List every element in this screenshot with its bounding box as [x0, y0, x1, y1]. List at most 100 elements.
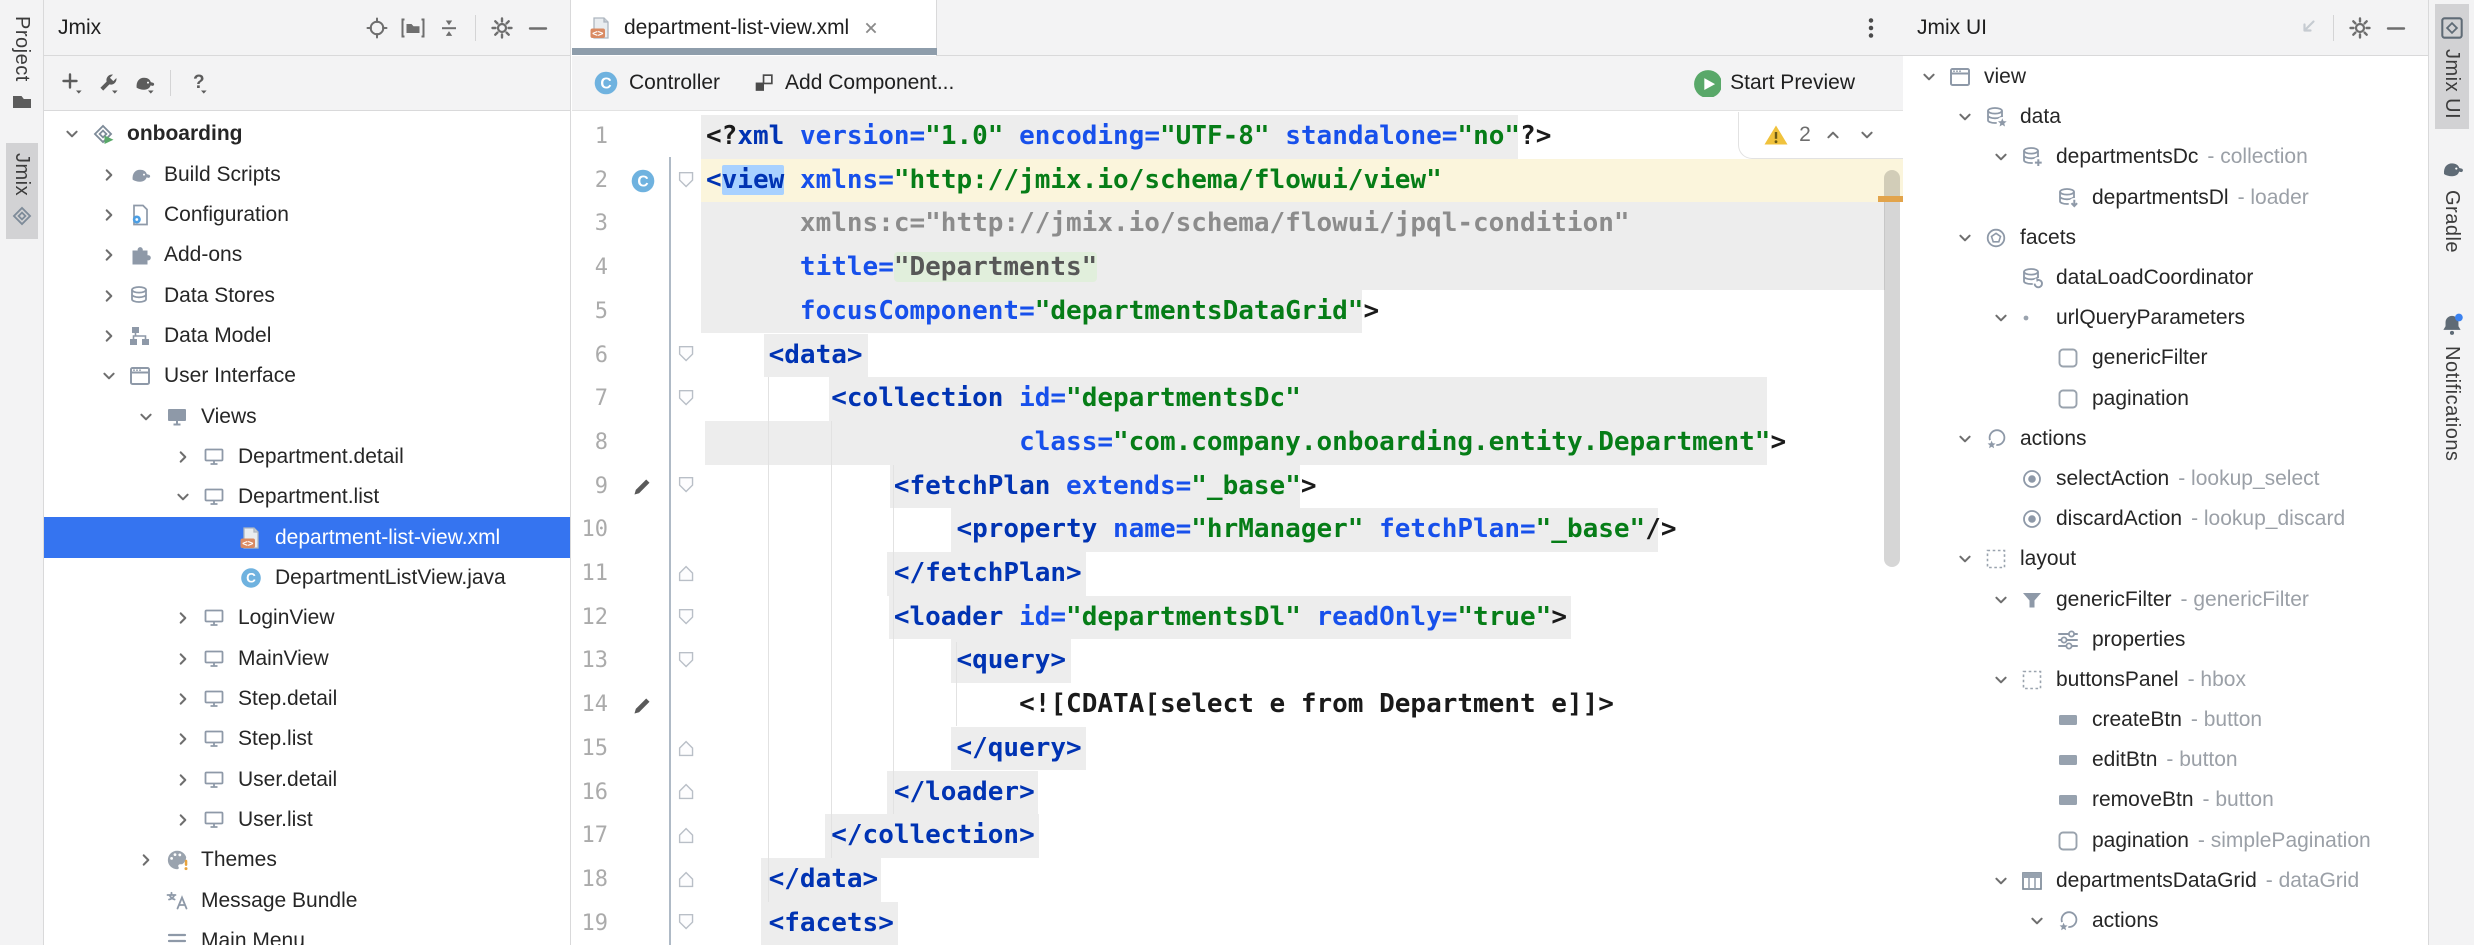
minimize-icon[interactable] — [2378, 10, 2414, 46]
project-tree-item-configuration[interactable]: Configuration — [44, 195, 570, 235]
chevron-down-icon[interactable] — [1987, 667, 2015, 693]
minimize-icon[interactable] — [520, 10, 556, 46]
project-tree-item-mainview[interactable]: MainView — [44, 638, 570, 678]
toolwindow-button-project[interactable]: Project — [6, 6, 38, 125]
project-tree-item-loginview[interactable]: LoginView — [44, 598, 570, 638]
chevron-down-icon[interactable] — [58, 121, 86, 147]
chevron-down-icon[interactable] — [2023, 908, 2051, 934]
project-tree-item-user-interface[interactable]: User Interface — [44, 356, 570, 396]
ui-tree-item-layout[interactable]: layout — [1903, 539, 2428, 579]
add-component-button[interactable]: Add Component... — [752, 71, 954, 95]
chevron-down-icon[interactable] — [132, 404, 160, 430]
code-line-14[interactable]: 14 <![CDATA[select e from Department e]]… — [572, 683, 1903, 727]
ui-tree-item-buttonspanel[interactable]: buttonsPanel- hbox — [1903, 660, 2428, 700]
code-line-11[interactable]: 11 </fetchPlan> — [572, 552, 1903, 596]
chevron-down-icon[interactable] — [1951, 426, 1979, 452]
project-tree-item-data-stores[interactable]: Data Stores — [44, 275, 570, 315]
chevron-right-icon[interactable] — [95, 162, 123, 188]
code-line-18[interactable]: 18 </data> — [572, 858, 1903, 902]
code-line-9[interactable]: 9 <fetchPlan extends="_base"> — [572, 465, 1903, 509]
code-line-4[interactable]: 4 title="Departments" — [572, 246, 1903, 290]
fold-marker-close[interactable] — [672, 858, 702, 902]
edit-pencil-icon[interactable] — [624, 465, 662, 509]
project-tree-item-departmentlistview-java[interactable]: CDepartmentListView.java — [44, 558, 570, 598]
locate-icon[interactable] — [359, 10, 395, 46]
ui-tree-item-view[interactable]: view — [1903, 57, 2428, 97]
project-tree-item-onboarding[interactable]: onboarding — [44, 114, 570, 154]
chevron-down-icon[interactable] — [1915, 64, 1943, 90]
ui-tree-item-dataloadcoordinator[interactable]: dataLoadCoordinator — [1903, 258, 2428, 298]
project-tree-item-department-detail[interactable]: Department.detail — [44, 437, 570, 477]
controller-button[interactable]: C Controller — [592, 69, 720, 97]
fold-marker-open[interactable] — [672, 639, 702, 683]
help-icon[interactable]: ? — [179, 65, 215, 101]
code-line-15[interactable]: 15 </query> — [572, 727, 1903, 771]
code-line-10[interactable]: 10 <property name="hrManager" fetchPlan=… — [572, 508, 1903, 552]
chevron-right-icon[interactable] — [169, 444, 197, 470]
fold-marker-open[interactable] — [672, 596, 702, 640]
project-tree-item-build-scripts[interactable]: Build Scripts — [44, 154, 570, 194]
controller-gutter-icon[interactable]: C — [624, 159, 662, 203]
project-tree-item-views[interactable]: Views — [44, 396, 570, 436]
ui-tree-item-facets[interactable]: facets — [1903, 218, 2428, 258]
code-line-12[interactable]: 12 <loader id="departmentsDl" readOnly="… — [572, 596, 1903, 640]
project-tree-item-step-list[interactable]: Step.list — [44, 719, 570, 759]
ui-tree-item-pagination[interactable]: pagination — [1903, 379, 2428, 419]
project-tree-item-user-list[interactable]: User.list — [44, 800, 570, 840]
wrench-icon[interactable] — [90, 65, 126, 101]
chevron-down-icon[interactable] — [1951, 225, 1979, 251]
scrollbar-thumb[interactable] — [1884, 170, 1900, 567]
code-line-5[interactable]: 5 focusComponent="departmentsDataGrid"> — [572, 290, 1903, 334]
code-line-6[interactable]: 6 <data> — [572, 334, 1903, 378]
ui-tree-item-departmentsdc[interactable]: departmentsDc- collection — [1903, 137, 2428, 177]
project-tree-item-add-ons[interactable]: Add-ons — [44, 235, 570, 275]
fold-marker-close[interactable] — [672, 771, 702, 815]
chevron-down-icon[interactable] — [1987, 305, 2015, 331]
ui-tree-item-pagination[interactable]: pagination- simplePagination — [1903, 821, 2428, 861]
code-line-3[interactable]: 3 xmlns:c="http://jmix.io/schema/flowui/… — [572, 202, 1903, 246]
ui-tree-item-data[interactable]: data — [1903, 97, 2428, 137]
project-tree-item-main-menu[interactable]: Main Menu — [44, 921, 570, 945]
start-preview-button[interactable]: Start Preview — [1693, 69, 1855, 97]
scroll-from-source-icon[interactable] — [2289, 10, 2325, 46]
code-line-7[interactable]: 7 <collection id="departmentsDc" — [572, 377, 1903, 421]
chevron-down-icon[interactable] — [169, 484, 197, 510]
chevron-down-icon[interactable] — [95, 363, 123, 389]
chevron-right-icon[interactable] — [169, 646, 197, 672]
project-tree-item-department-list-view-xml[interactable]: <>department-list-view.xml — [44, 517, 570, 557]
fold-marker-open[interactable] — [672, 902, 702, 945]
ui-tree-item-actions[interactable]: actions — [1903, 419, 2428, 459]
ui-tree-item-createbtn[interactable]: createBtn- button — [1903, 700, 2428, 740]
chevron-right-icon[interactable] — [169, 686, 197, 712]
ui-tree-item-editbtn[interactable]: editBtn- button — [1903, 740, 2428, 780]
chevron-right-icon[interactable] — [169, 605, 197, 631]
ui-tree-item-discardaction[interactable]: discardAction- lookup_discard — [1903, 499, 2428, 539]
fold-marker-close[interactable] — [672, 814, 702, 858]
fold-marker-open[interactable] — [672, 465, 702, 509]
project-tree-item-step-detail[interactable]: Step.detail — [44, 679, 570, 719]
ui-tree-item-properties[interactable]: properties — [1903, 620, 2428, 660]
chevron-down-icon[interactable] — [1855, 123, 1879, 147]
toolwindow-button-jmix[interactable]: Jmix — [6, 143, 38, 239]
ui-tree-item-selectaction[interactable]: selectAction- lookup_select — [1903, 459, 2428, 499]
project-tree-item-themes[interactable]: Themes — [44, 840, 570, 880]
project-tree-item-department-list[interactable]: Department.list — [44, 477, 570, 517]
code-line-13[interactable]: 13 <query> — [572, 639, 1903, 683]
code-line-2[interactable]: 2C<view xmlns="http://jmix.io/schema/flo… — [572, 159, 1903, 203]
gear-icon[interactable] — [2342, 10, 2378, 46]
project-tree-item-user-detail[interactable]: User.detail — [44, 760, 570, 800]
code-editor[interactable]: 1<?xml version="1.0" encoding="UTF-8" st… — [572, 112, 1903, 945]
chevron-down-icon[interactable] — [1951, 546, 1979, 572]
code-line-19[interactable]: 19 <facets> — [572, 902, 1903, 945]
ui-tree-item-urlqueryparameters[interactable]: urlQueryParameters — [1903, 298, 2428, 338]
select-opened-file-icon[interactable] — [395, 10, 431, 46]
chevron-right-icon[interactable] — [95, 202, 123, 228]
toolwindow-button-gradle[interactable]: Gradle — [2435, 145, 2469, 263]
add-button[interactable] — [54, 65, 90, 101]
collapse-all-icon[interactable] — [431, 10, 467, 46]
code-line-16[interactable]: 16 </loader> — [572, 771, 1903, 815]
chevron-up-icon[interactable] — [1821, 123, 1845, 147]
chevron-right-icon[interactable] — [132, 847, 160, 873]
chevron-down-icon[interactable] — [1951, 104, 1979, 130]
toolwindow-button-notifications[interactable]: Notifications — [2435, 301, 2469, 471]
